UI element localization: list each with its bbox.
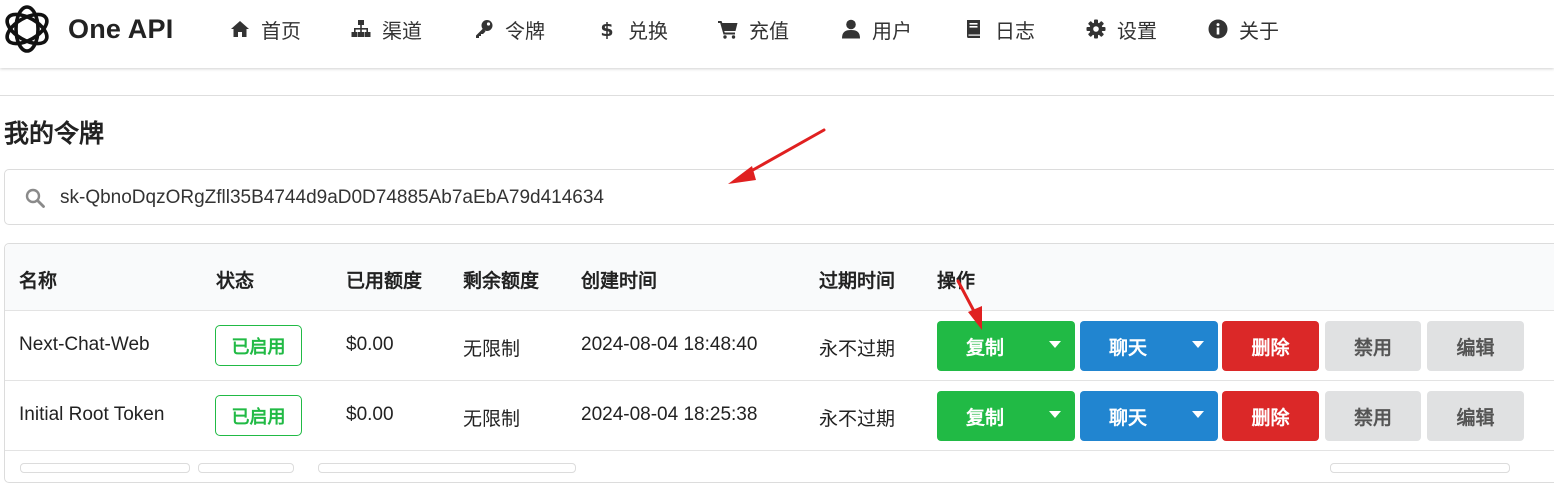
nav-item-label: 令牌 — [505, 18, 545, 43]
page-title: 我的令牌 — [4, 119, 105, 148]
status-badge: 已启用 — [215, 395, 302, 436]
info-icon — [1207, 18, 1229, 40]
book-icon — [963, 18, 985, 40]
delete-button[interactable]: 删除 — [1222, 321, 1319, 371]
copy-button-label: 复制 — [965, 336, 1004, 359]
footer-button[interactable] — [20, 463, 190, 473]
nav-item-topup[interactable]: 充值 — [717, 0, 789, 58]
nav-item-label: 关于 — [1239, 18, 1279, 43]
svg-text:$: $ — [600, 19, 613, 39]
copy-button[interactable]: 复制 — [937, 391, 1075, 441]
column-header-created[interactable]: 创建时间 — [581, 266, 657, 293]
column-header-name[interactable]: 名称 — [19, 266, 57, 293]
chat-button[interactable]: 聊天 — [1080, 321, 1218, 371]
nav-item-label: 首页 — [261, 18, 301, 43]
table-row: Initial Root Token 已启用 $0.00 无限制 2024-08… — [5, 381, 1554, 451]
copy-button[interactable]: 复制 — [937, 321, 1075, 371]
token-name: Next-Chat-Web — [19, 334, 150, 355]
search-input[interactable] — [60, 178, 1060, 218]
column-header-remaining[interactable]: 剩余额度 — [463, 266, 539, 293]
chevron-down-icon[interactable] — [1049, 411, 1061, 418]
sitemap-icon — [350, 18, 372, 40]
disable-button[interactable]: 禁用 — [1325, 391, 1421, 441]
nav-item-label: 用户 — [872, 18, 912, 43]
status-badge: 已启用 — [215, 325, 302, 366]
nav-item-settings[interactable]: 设置 — [1085, 0, 1157, 58]
column-header-status[interactable]: 状态 — [216, 266, 254, 293]
search-box[interactable] — [4, 169, 1554, 225]
chat-button[interactable]: 聊天 — [1080, 391, 1218, 441]
gear-icon — [1085, 18, 1107, 40]
expire-time: 永不过期 — [819, 408, 896, 430]
nav-item-label: 渠道 — [382, 18, 422, 43]
remaining-quota: 无限制 — [463, 408, 521, 430]
used-quota: $0.00 — [346, 404, 394, 425]
created-time: 2024-08-04 18:48:40 — [581, 334, 758, 355]
footer-button[interactable] — [318, 463, 576, 473]
chevron-down-icon[interactable] — [1192, 341, 1204, 348]
key-icon — [473, 18, 495, 40]
pagination[interactable] — [1330, 463, 1510, 473]
nav-item-logs[interactable]: 日志 — [963, 0, 1035, 58]
nav-item-channels[interactable]: 渠道 — [350, 0, 422, 58]
nav-item-label: 日志 — [995, 18, 1035, 43]
brand[interactable]: One API — [0, 0, 173, 58]
search-icon — [25, 188, 45, 208]
cart-icon — [717, 18, 739, 40]
remaining-quota: 无限制 — [463, 338, 521, 360]
column-header-expires[interactable]: 过期时间 — [819, 266, 895, 293]
footer-button[interactable] — [198, 463, 294, 473]
dollar-icon: $ — [596, 18, 618, 40]
edit-button[interactable]: 编辑 — [1427, 391, 1524, 441]
chat-button-label: 聊天 — [1108, 336, 1147, 359]
table-row: Next-Chat-Web 已启用 $0.00 无限制 2024-08-04 1… — [5, 311, 1554, 381]
created-time: 2024-08-04 18:25:38 — [581, 404, 758, 425]
copy-button-label: 复制 — [965, 406, 1004, 429]
nav-item-label: 兑换 — [628, 18, 668, 43]
nav-item-label: 设置 — [1117, 18, 1157, 43]
openai-logo-icon — [5, 5, 49, 53]
header-divider — [0, 95, 1554, 96]
used-quota: $0.00 — [346, 334, 394, 355]
table-header: 名称 状态 已用额度 剩余额度 创建时间 过期时间 操作 — [5, 244, 1554, 311]
tokens-table: 名称 状态 已用额度 剩余额度 创建时间 过期时间 操作 Next-Chat-W… — [4, 243, 1554, 483]
brand-name: One API — [68, 13, 174, 44]
chevron-down-icon[interactable] — [1049, 341, 1061, 348]
column-header-used[interactable]: 已用额度 — [346, 266, 422, 293]
nav-item-about[interactable]: 关于 — [1207, 0, 1279, 58]
home-icon — [229, 18, 251, 40]
edit-button[interactable]: 编辑 — [1427, 321, 1524, 371]
column-header-actions: 操作 — [937, 270, 976, 292]
nav-item-label: 充值 — [749, 18, 789, 43]
nav-item-tokens[interactable]: 令牌 — [473, 0, 545, 58]
nav-item-home[interactable]: 首页 — [229, 0, 301, 58]
chat-button-label: 聊天 — [1108, 406, 1147, 429]
disable-button[interactable]: 禁用 — [1325, 321, 1421, 371]
chevron-down-icon[interactable] — [1192, 411, 1204, 418]
expire-time: 永不过期 — [819, 338, 896, 360]
nav-item-redeem[interactable]: $ 兑换 — [596, 0, 668, 58]
token-name: Initial Root Token — [19, 404, 165, 425]
delete-button[interactable]: 删除 — [1222, 391, 1319, 441]
user-icon — [840, 18, 862, 40]
nav-item-users[interactable]: 用户 — [840, 0, 912, 58]
top-navbar: One API 首页 渠道 令牌 $ 兑换 充值 用户 日志 设置 关于 — [0, 0, 1554, 68]
